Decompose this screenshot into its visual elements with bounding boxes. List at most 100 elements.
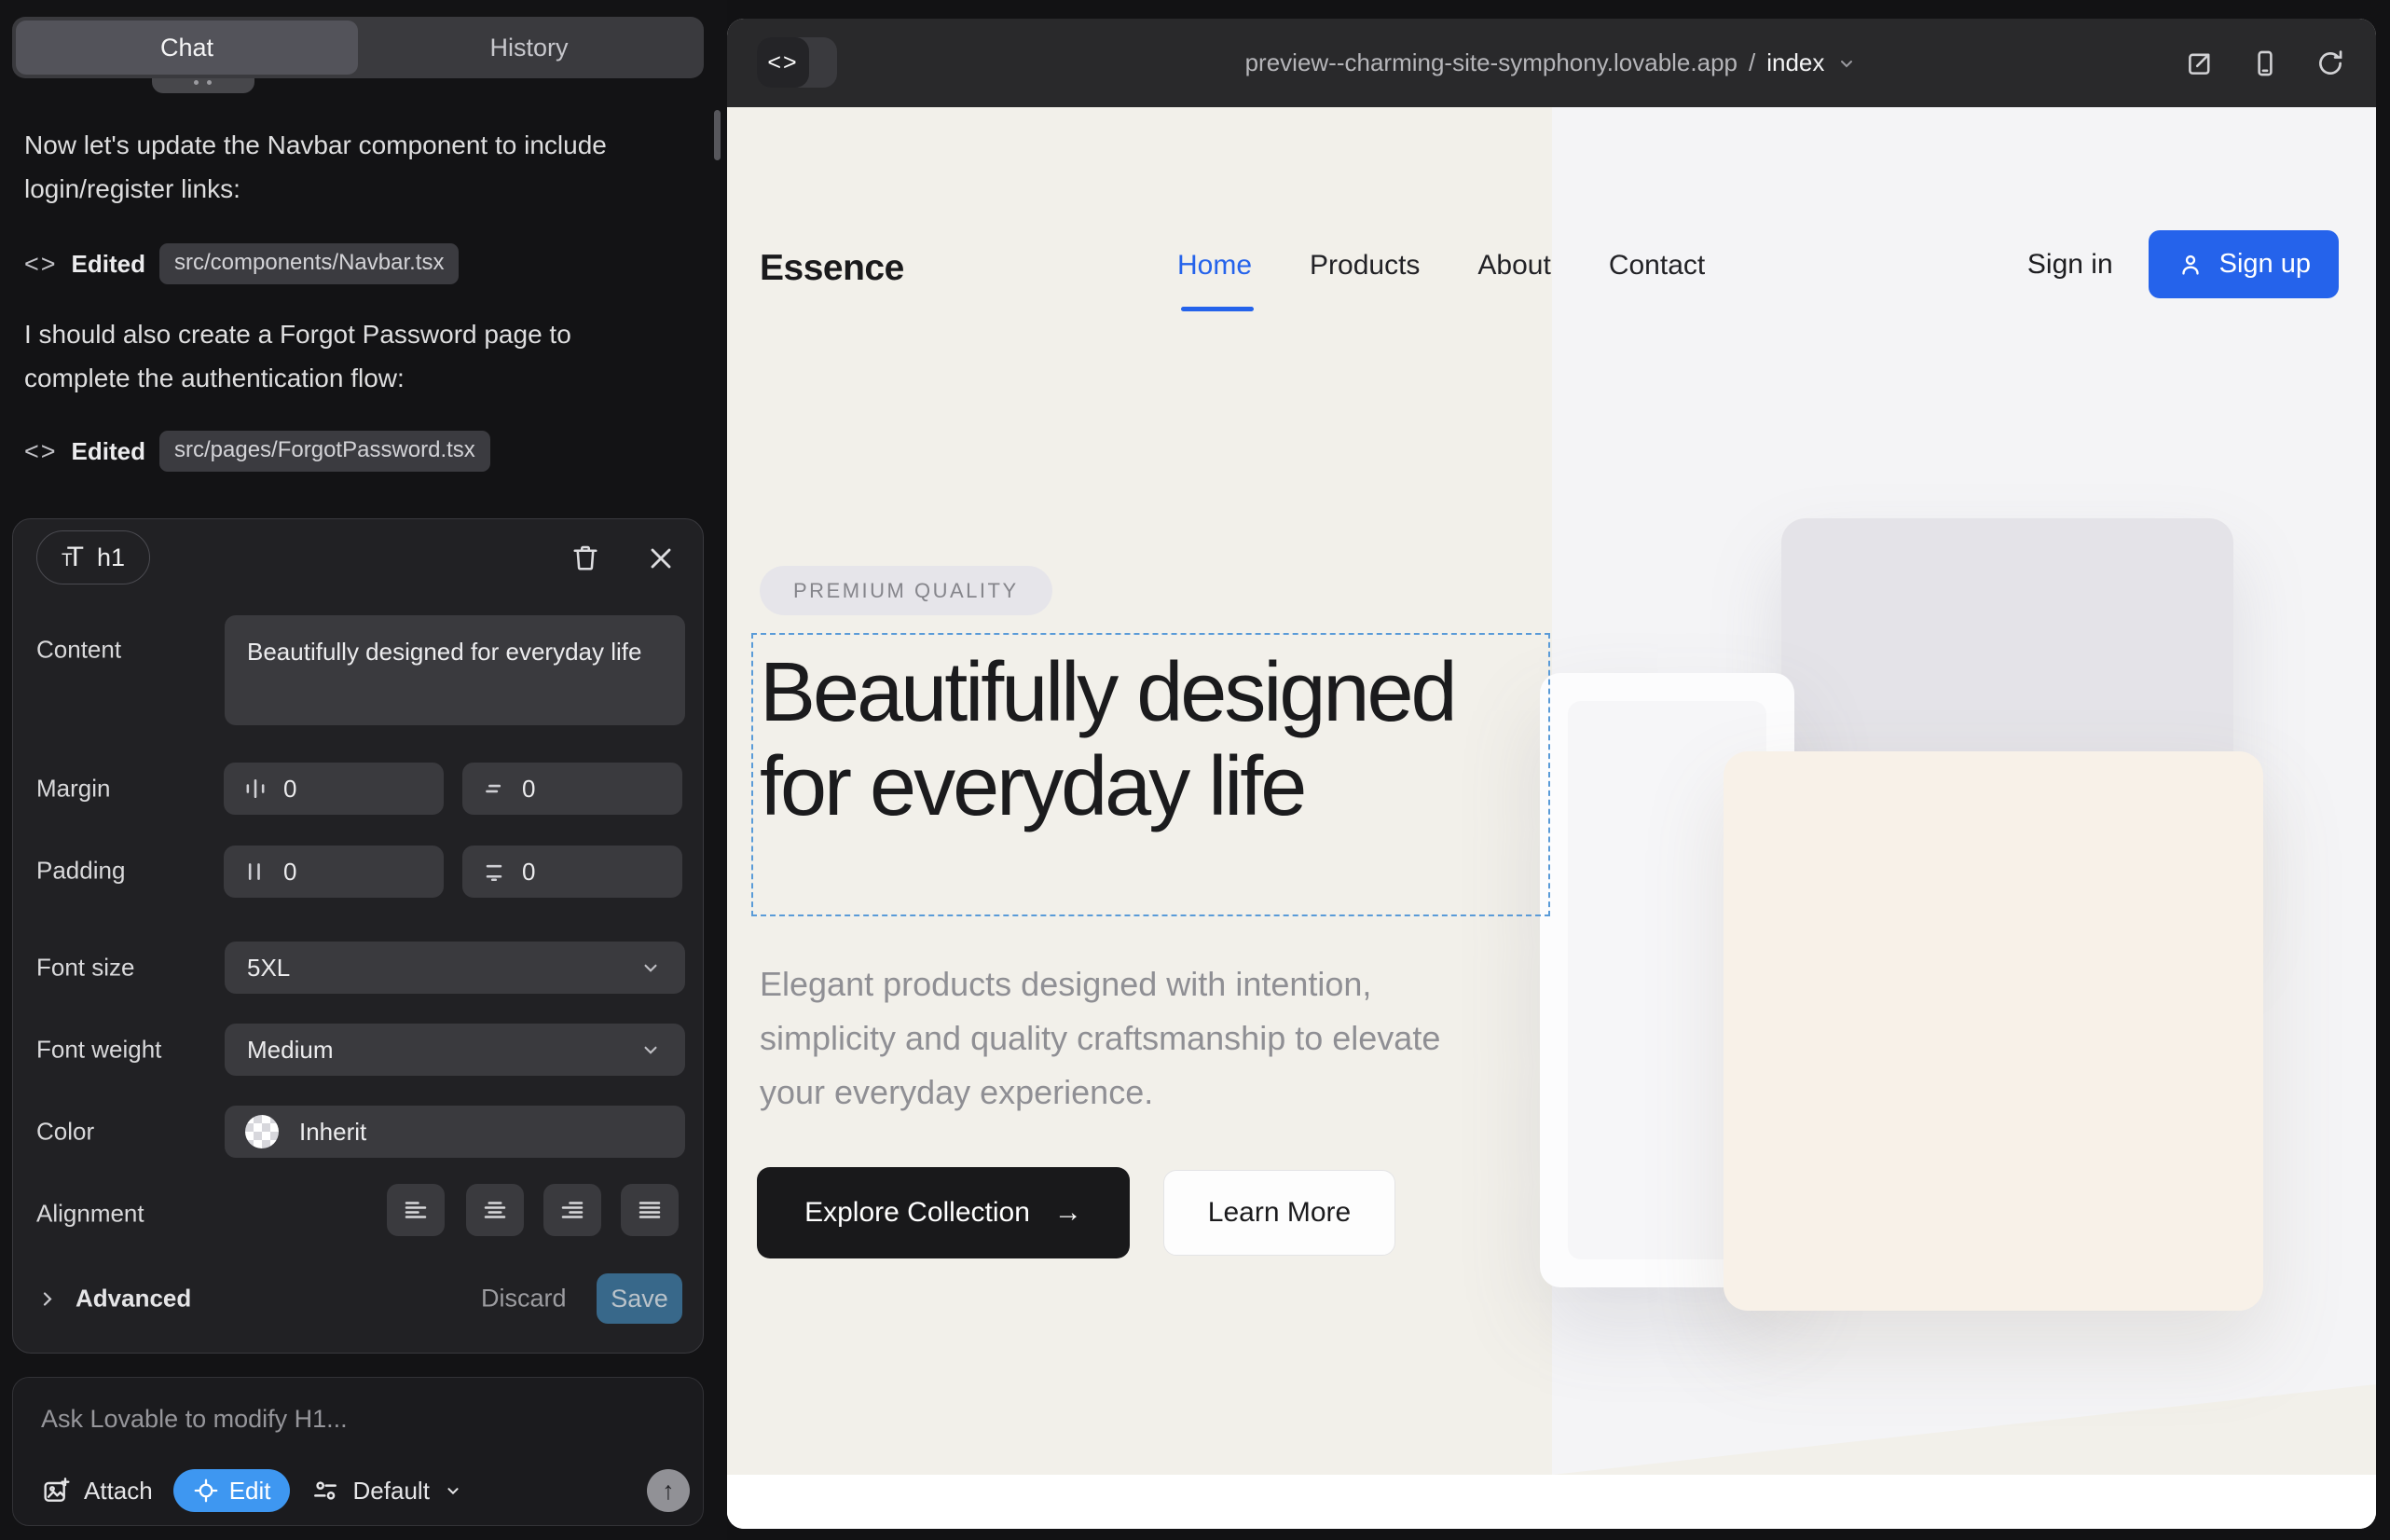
site-logo[interactable]: Essence — [760, 248, 904, 289]
align-right-icon — [558, 1196, 586, 1224]
chevron-down-icon — [639, 1038, 663, 1062]
decor-card-cream — [1724, 751, 2263, 1311]
chat-scrollbar[interactable] — [714, 110, 721, 160]
content-label: Content — [36, 636, 121, 665]
code-icon: <> — [24, 250, 58, 279]
open-external-icon[interactable] — [2184, 48, 2216, 79]
scrolled-chip-partial — [152, 78, 254, 93]
typography-icon: TT — [62, 542, 84, 573]
hero-badge: PREMIUM QUALITY — [760, 566, 1052, 615]
margin-y-input[interactable]: 0 — [462, 763, 682, 815]
attach-button[interactable]: Attach — [41, 1476, 153, 1506]
url-page: index — [1766, 48, 1824, 77]
code-view-toggle[interactable]: <> — [757, 37, 837, 88]
send-button[interactable]: ↑ — [647, 1469, 690, 1512]
arrow-up-icon: ↑ — [662, 1477, 675, 1506]
element-editor-panel: TT h1 Content Beautifully designed for e… — [12, 518, 704, 1354]
edited-label: Edited — [72, 250, 145, 279]
color-label: Color — [36, 1118, 94, 1147]
code-icon: <> — [24, 437, 58, 466]
discard-button[interactable]: Discard — [481, 1285, 567, 1313]
color-swatch — [245, 1115, 279, 1148]
mobile-preview-icon[interactable] — [2249, 48, 2281, 79]
composer-toolbar: Attach Edit Default — [41, 1469, 463, 1512]
advanced-toggle[interactable]: Advanced — [36, 1285, 191, 1313]
user-icon — [2177, 251, 2205, 279]
padding-y-input[interactable]: 0 — [462, 846, 682, 898]
close-icon — [644, 542, 678, 575]
file-chip[interactable]: src/components/Navbar.tsx — [159, 243, 459, 284]
chat-sidebar: Chat History Now let's update the Navbar… — [0, 0, 727, 1540]
refresh-icon[interactable] — [2314, 48, 2346, 79]
font-size-select[interactable]: 5XL — [225, 942, 685, 994]
alignment-label: Alignment — [36, 1200, 144, 1229]
nav-products[interactable]: Products — [1310, 250, 1420, 282]
tab-chat[interactable]: Chat — [16, 21, 358, 75]
hero-paragraph: Elegant products designed with intention… — [760, 957, 1505, 1120]
align-justify-button[interactable] — [621, 1184, 679, 1236]
selected-element-tag: TT h1 — [36, 530, 150, 584]
font-size-label: Font size — [36, 954, 135, 983]
align-left-button[interactable] — [387, 1184, 445, 1236]
align-right-button[interactable] — [543, 1184, 601, 1236]
font-weight-select[interactable]: Medium — [225, 1024, 685, 1076]
margin-x-input[interactable]: 0 — [224, 763, 444, 815]
nav-active-underline — [1181, 307, 1254, 311]
tab-history[interactable]: History — [358, 21, 700, 75]
color-select[interactable]: Inherit — [225, 1106, 685, 1158]
edited-label: Edited — [72, 437, 145, 466]
code-icon: <> — [757, 37, 809, 88]
site-nav: Home Products About Contact — [1177, 250, 1705, 282]
tag-name: h1 — [97, 543, 125, 572]
chevron-down-icon — [443, 1480, 463, 1501]
chevron-down-icon — [1835, 52, 1858, 75]
content-textarea[interactable]: Beautifully designed for everyday life — [225, 615, 685, 725]
nav-home[interactable]: Home — [1177, 250, 1252, 282]
sign-in-link[interactable]: Sign in — [2027, 249, 2113, 281]
sliders-icon — [310, 1476, 340, 1506]
assistant-message: Now let's update the Navbar component to… — [24, 123, 639, 211]
align-justify-icon — [636, 1196, 664, 1224]
composer-input[interactable] — [41, 1398, 619, 1439]
font-weight-label: Font weight — [36, 1036, 161, 1065]
margin-vertical-icon — [481, 776, 507, 802]
hero-heading[interactable]: Beautifully designed for everyday life — [760, 646, 1533, 834]
ellipsis-dots-icon — [194, 80, 199, 85]
learn-more-button[interactable]: Learn More — [1163, 1170, 1395, 1256]
url-bar[interactable]: preview--charming-site-symphony.lovable.… — [1245, 48, 1859, 77]
align-center-button[interactable] — [466, 1184, 524, 1236]
align-left-icon — [402, 1196, 430, 1224]
assistant-message: I should also create a Forgot Password p… — [24, 312, 639, 400]
trash-icon — [569, 542, 602, 575]
attach-image-icon — [41, 1476, 71, 1506]
padding-label: Padding — [36, 857, 125, 886]
preview-window: <> preview--charming-site-symphony.lovab… — [727, 19, 2376, 1529]
nav-contact[interactable]: Contact — [1609, 250, 1705, 282]
lovable-app: Chat History Now let's update the Navbar… — [0, 0, 2390, 1540]
margin-label: Margin — [36, 775, 110, 804]
next-section-strip — [727, 1475, 2376, 1529]
align-center-icon — [481, 1196, 509, 1224]
site-preview: Essence Home Products About Contact Sign… — [727, 107, 2376, 1529]
delete-element-button[interactable] — [569, 542, 602, 575]
sign-up-button[interactable]: Sign up — [2149, 230, 2339, 298]
file-chip[interactable]: src/pages/ForgotPassword.tsx — [159, 431, 490, 472]
edit-mode-button[interactable]: Edit — [173, 1469, 290, 1512]
close-editor-button[interactable] — [644, 542, 678, 575]
url-domain: preview--charming-site-symphony.lovable.… — [1245, 48, 1738, 77]
chevron-down-icon — [639, 956, 663, 980]
margin-horizontal-icon — [242, 776, 268, 802]
auth-actions: Sign in Sign up — [2027, 230, 2339, 298]
padding-vertical-icon — [481, 859, 507, 885]
chevron-right-icon — [36, 1287, 59, 1310]
save-button[interactable]: Save — [597, 1273, 682, 1324]
sidebar-tab-bar: Chat History — [12, 17, 704, 78]
target-icon — [192, 1477, 220, 1505]
padding-x-input[interactable]: 0 — [224, 846, 444, 898]
file-edit-row: <> Edited src/components/Navbar.tsx — [24, 244, 459, 283]
nav-about[interactable]: About — [1477, 250, 1550, 282]
url-separator: / — [1749, 48, 1755, 77]
browser-actions — [2184, 19, 2346, 107]
explore-collection-button[interactable]: Explore Collection → — [757, 1167, 1130, 1258]
default-model-button[interactable]: Default — [310, 1476, 463, 1506]
